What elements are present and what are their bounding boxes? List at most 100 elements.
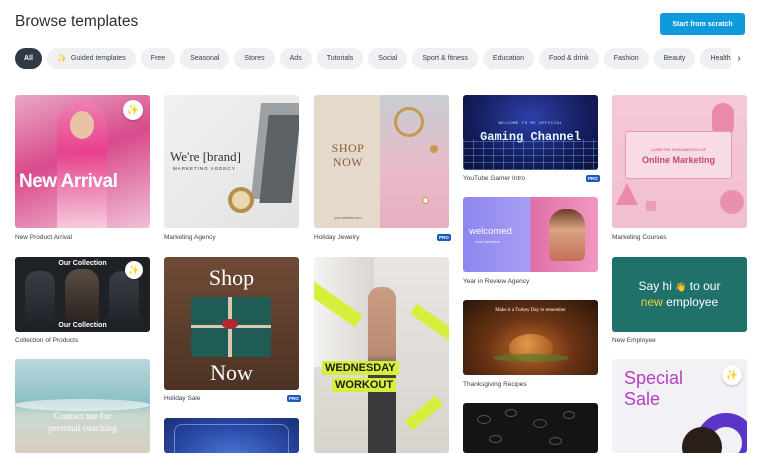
template-card-new-employee[interactable]: Say hi 👋 to our new employee bbox=[612, 257, 747, 332]
card-caption: Year in Review Agency bbox=[463, 278, 530, 285]
chip-education[interactable]: Education bbox=[482, 48, 535, 69]
pro-badge: PRO bbox=[287, 395, 301, 402]
chip-stores[interactable]: Stores bbox=[234, 48, 275, 69]
category-chips: All ✨ Guided templates Free Seasonal Stores Ad… bbox=[15, 48, 731, 69]
start-from-scratch-button[interactable]: Start from scratch bbox=[660, 13, 745, 35]
pink-cube bbox=[646, 201, 656, 211]
card-headline-line1: WEDNESDAY bbox=[322, 361, 399, 375]
card-caption: Holiday Sale bbox=[164, 395, 201, 402]
card-tagline: MARKETING AGENCY bbox=[173, 166, 236, 171]
chip-tutorials[interactable]: Tutorials bbox=[316, 48, 364, 69]
template-card-special-sale[interactable]: Special Sale ✨ bbox=[612, 359, 747, 453]
ring bbox=[505, 409, 517, 417]
say-hi-text: Say hi bbox=[638, 279, 672, 293]
page-title: Browse templates bbox=[15, 13, 139, 30]
chip-health[interactable]: Health & bbox=[700, 48, 731, 69]
card-caption: New Employee bbox=[612, 337, 656, 344]
ring bbox=[477, 415, 491, 424]
chip-ads[interactable]: Ads bbox=[279, 48, 312, 69]
card-sub-text: new members bbox=[475, 239, 501, 244]
card-text-line2: personal coaching bbox=[48, 424, 117, 434]
chevron-right-icon[interactable]: › bbox=[733, 50, 745, 67]
man-photo bbox=[65, 269, 99, 321]
card-bottom-label: Our Collection bbox=[58, 322, 107, 329]
earring bbox=[430, 145, 438, 153]
template-card-marketing-courses[interactable]: LEARN THE FUNDAMENTALS OF Online Marketi… bbox=[612, 95, 747, 228]
chip-food-drink[interactable]: Food & drink bbox=[539, 48, 599, 69]
neon-stripe bbox=[404, 395, 444, 431]
chip-sport-fitness[interactable]: Sport & fitness bbox=[412, 48, 478, 69]
card-welcome-text: WELCOME TO MY OFFICIAL bbox=[498, 122, 563, 126]
new-word-text: new bbox=[640, 295, 663, 309]
chip-all[interactable]: All bbox=[15, 48, 42, 69]
template-card-contact-coaching[interactable]: Contact me for personal coaching bbox=[15, 359, 150, 453]
card-text-line1: Contact me for bbox=[54, 412, 111, 422]
template-card-wednesday-workout[interactable]: WEDNESDAY WORKOUT bbox=[314, 257, 449, 453]
beach-wave bbox=[15, 399, 150, 411]
card-channel-text: Gaming Channel bbox=[480, 130, 581, 144]
pink-cone bbox=[616, 183, 638, 205]
template-card-collection-of-products[interactable]: Our Collection Our Collection ✨ bbox=[15, 257, 150, 332]
card-now-text: NOW bbox=[332, 155, 364, 169]
template-card-blue-glow[interactable] bbox=[164, 418, 299, 453]
template-card-dark-rings[interactable] bbox=[463, 403, 598, 453]
card-welcomed-text: welcomed bbox=[469, 226, 512, 237]
card-brand-text: We're [brand] bbox=[170, 149, 241, 164]
template-card-new-product-arrival[interactable]: New Arrival ✨ bbox=[15, 95, 150, 228]
magic-wand-icon: ✨ bbox=[56, 54, 67, 63]
card-now-text: Now bbox=[210, 360, 253, 385]
card-headline-line1: Special bbox=[624, 368, 684, 388]
chip-beauty[interactable]: Beauty bbox=[653, 48, 696, 69]
card-headline: New Arrival bbox=[19, 171, 118, 192]
card-caption: Thanksgiving Recipes bbox=[463, 381, 527, 388]
neon-stripe bbox=[410, 303, 449, 343]
pro-badge: PRO bbox=[437, 234, 451, 241]
man-photo bbox=[25, 271, 55, 321]
card-headline-line2: WORKOUT bbox=[332, 378, 397, 392]
template-card-youtube-gamer-intro[interactable]: WELCOME TO MY OFFICIAL Gaming Channel bbox=[463, 95, 598, 170]
card-caption: Holiday Jewelry bbox=[314, 234, 360, 241]
employee-text: employee bbox=[666, 295, 719, 309]
magic-wand-icon[interactable]: ✨ bbox=[123, 100, 143, 120]
chip-seasonal[interactable]: Seasonal bbox=[180, 48, 230, 69]
ring bbox=[563, 411, 575, 419]
template-card-holiday-sale[interactable]: Shop Now bbox=[164, 257, 299, 390]
gold-ornament bbox=[228, 187, 254, 213]
model-face bbox=[70, 111, 94, 139]
portrait bbox=[549, 209, 585, 261]
gift-bow bbox=[222, 319, 238, 329]
card-line1: Say hi 👋 to our bbox=[612, 279, 747, 293]
chip-guided-templates[interactable]: ✨ Guided templates bbox=[46, 48, 136, 69]
card-shop-text: SHOP bbox=[331, 141, 365, 155]
waving-hand-icon: 👋 bbox=[675, 282, 687, 292]
card-headline-line2: Sale bbox=[624, 389, 661, 409]
template-card-holiday-jewelry[interactable]: SHOP NOW your.website.com bbox=[314, 95, 449, 228]
chip-social[interactable]: Social bbox=[368, 48, 408, 69]
template-card-year-in-review[interactable]: welcomed new members bbox=[463, 197, 598, 272]
earring bbox=[422, 197, 429, 204]
card-caption: New Product Arrival bbox=[15, 234, 73, 241]
template-card-thanksgiving-recipes[interactable]: Make it a Turkey Day to remember bbox=[463, 300, 598, 375]
ring bbox=[549, 437, 562, 445]
card-caption: Marketing Courses bbox=[612, 234, 667, 241]
pink-sphere bbox=[720, 190, 744, 214]
card-caption: Collection of Products bbox=[15, 337, 79, 344]
glow-ring bbox=[174, 424, 289, 453]
to-our-text: to our bbox=[689, 279, 721, 293]
chip-fashion[interactable]: Fashion bbox=[603, 48, 649, 69]
card-title: Online Marketing bbox=[641, 155, 715, 165]
garnish bbox=[493, 354, 569, 362]
chip-free[interactable]: Free bbox=[140, 48, 176, 69]
magic-wand-icon[interactable]: ✨ bbox=[722, 365, 742, 385]
card-line2: new employee bbox=[612, 295, 747, 309]
magic-wand-icon[interactable]: ✨ bbox=[125, 261, 143, 279]
pro-badge: PRO bbox=[586, 175, 600, 182]
card-banner-text: Make it a Turkey Day to remember bbox=[495, 308, 566, 313]
bracelet bbox=[394, 107, 424, 137]
card-website-text: your.website.com bbox=[334, 216, 362, 220]
ring bbox=[489, 435, 502, 443]
chip-label: Guided templates bbox=[70, 55, 126, 62]
card-caption: Marketing Agency bbox=[164, 234, 216, 241]
card-subtitle: LEARN THE FUNDAMENTALS OF bbox=[651, 148, 706, 152]
template-card-marketing-agency[interactable]: We're [brand] MARKETING AGENCY bbox=[164, 95, 299, 228]
